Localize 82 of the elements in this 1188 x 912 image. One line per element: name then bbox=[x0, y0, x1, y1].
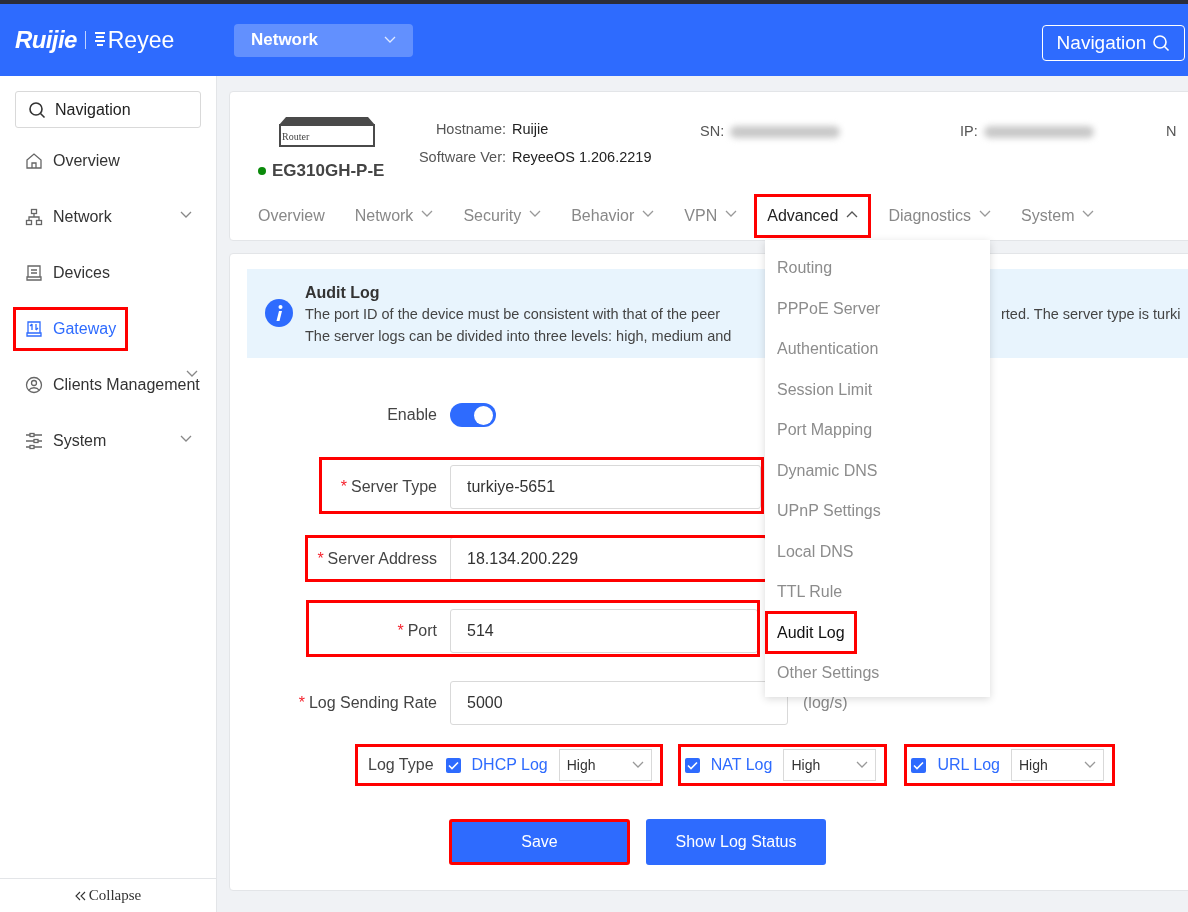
brand-mark-icon bbox=[93, 31, 106, 49]
field-label: * Log Sending Rate bbox=[297, 693, 437, 713]
text-input[interactable]: turkiye-5651 bbox=[450, 465, 761, 509]
banner-text: rted. The server type is turki bbox=[1001, 305, 1181, 324]
field-label: N bbox=[1166, 122, 1177, 141]
chevron-down-icon bbox=[725, 210, 738, 218]
collapse-button[interactable]: Collapse bbox=[74, 884, 142, 907]
chevron-down-icon bbox=[1083, 761, 1096, 769]
sidebar-item[interactable]: Overview bbox=[13, 139, 132, 183]
sidebar-item[interactable]: Network bbox=[13, 195, 124, 239]
checkbox[interactable] bbox=[684, 757, 700, 773]
nav-tab[interactable]: Behavior bbox=[558, 194, 668, 238]
nav-tab[interactable]: Diagnostics bbox=[875, 194, 1005, 238]
search-field[interactable]: Navigation bbox=[15, 91, 201, 128]
chevron-down-icon bbox=[642, 210, 655, 218]
chevron-down-icon bbox=[631, 761, 644, 769]
field-label: * Server Address bbox=[316, 549, 437, 569]
banner-text: The server logs can be divided into three levels: high, medium and bbox=[305, 327, 733, 346]
checkbox[interactable] bbox=[445, 757, 461, 773]
severity-select[interactable]: High bbox=[1010, 749, 1104, 781]
home-icon bbox=[25, 152, 43, 170]
field-label: * Server Type bbox=[339, 477, 437, 497]
chevron-down-icon bbox=[856, 761, 869, 769]
field-label: Enable bbox=[386, 405, 437, 425]
text-input[interactable]: 514 bbox=[450, 609, 758, 653]
field-value: Ruijie bbox=[512, 120, 549, 139]
chevron-down-icon bbox=[384, 36, 396, 44]
menu-item[interactable]: Routing bbox=[765, 246, 845, 290]
chevron-down-icon[interactable] bbox=[180, 211, 192, 219]
nav-tab[interactable]: System bbox=[1008, 194, 1108, 238]
device-model: EG310GH-P-E bbox=[272, 160, 385, 182]
enable-toggle[interactable] bbox=[450, 403, 496, 427]
chevron-down-icon[interactable] bbox=[186, 370, 198, 378]
severity-select[interactable]: High bbox=[558, 749, 652, 781]
brand-logo: Reyee bbox=[107, 25, 175, 55]
checkbox-label: NAT Log bbox=[710, 755, 773, 775]
search-icon bbox=[1152, 34, 1171, 52]
sidebar-item[interactable]: Devices bbox=[13, 251, 122, 295]
menu-item[interactable]: Audit Log bbox=[765, 611, 857, 655]
navigation-button[interactable]: Navigation bbox=[1042, 25, 1185, 61]
unit-label: (log/s) bbox=[803, 693, 848, 713]
sidebar-item[interactable]: Clients Management bbox=[13, 363, 212, 407]
field-label: Software Ver: bbox=[417, 147, 506, 167]
nav-tab[interactable]: Security bbox=[450, 194, 555, 238]
info-icon bbox=[265, 299, 293, 327]
network-select[interactable]: Network bbox=[234, 23, 413, 57]
chevron-down-icon[interactable] bbox=[180, 435, 192, 443]
chevron-down-icon bbox=[529, 210, 542, 218]
nav-tab[interactable]: Advanced bbox=[754, 194, 872, 238]
chevron-down-icon bbox=[1082, 210, 1095, 218]
banner-text: The port ID of the device must be consistent with that of the peer bbox=[305, 305, 722, 324]
user-icon bbox=[25, 376, 43, 394]
network-icon bbox=[25, 208, 43, 226]
text-input[interactable]: 5000 bbox=[450, 681, 788, 725]
chevron-down-icon bbox=[421, 210, 434, 218]
gateway-icon bbox=[25, 320, 43, 338]
field-value: ReyeeOS 1.206.2219 bbox=[512, 147, 652, 167]
checkbox-label: DHCP Log bbox=[471, 755, 548, 775]
checkbox[interactable] bbox=[911, 757, 927, 773]
nav-tab[interactable]: Network bbox=[341, 194, 447, 238]
device-icon bbox=[25, 264, 43, 282]
nav-tab[interactable]: VPN bbox=[671, 194, 751, 238]
search-icon bbox=[28, 101, 46, 119]
banner-title: Audit Log bbox=[305, 283, 381, 303]
router-label: Router bbox=[282, 130, 310, 144]
sidebar-item[interactable]: System bbox=[13, 419, 119, 463]
field-label: Log Type bbox=[368, 755, 434, 775]
field-label: Hostname: bbox=[434, 120, 506, 139]
field-label: SN: bbox=[700, 122, 725, 141]
chevron-down-icon bbox=[979, 210, 992, 218]
nav-tab[interactable]: Overview bbox=[245, 194, 338, 238]
checkbox-label: URL Log bbox=[937, 755, 1000, 775]
field-label: * Port bbox=[396, 621, 437, 641]
sliders-icon bbox=[25, 432, 43, 450]
save-button[interactable]: Save bbox=[449, 819, 630, 865]
double-chevron-icon bbox=[74, 890, 87, 901]
sidebar-item[interactable]: Gateway bbox=[13, 307, 129, 351]
field-label: IP: bbox=[960, 122, 978, 141]
chevron-up-icon bbox=[846, 210, 859, 218]
show-log-status-button[interactable]: Show Log Status bbox=[646, 819, 826, 865]
brand-logo: Ruijie bbox=[15, 25, 77, 55]
severity-select[interactable]: High bbox=[783, 749, 877, 781]
